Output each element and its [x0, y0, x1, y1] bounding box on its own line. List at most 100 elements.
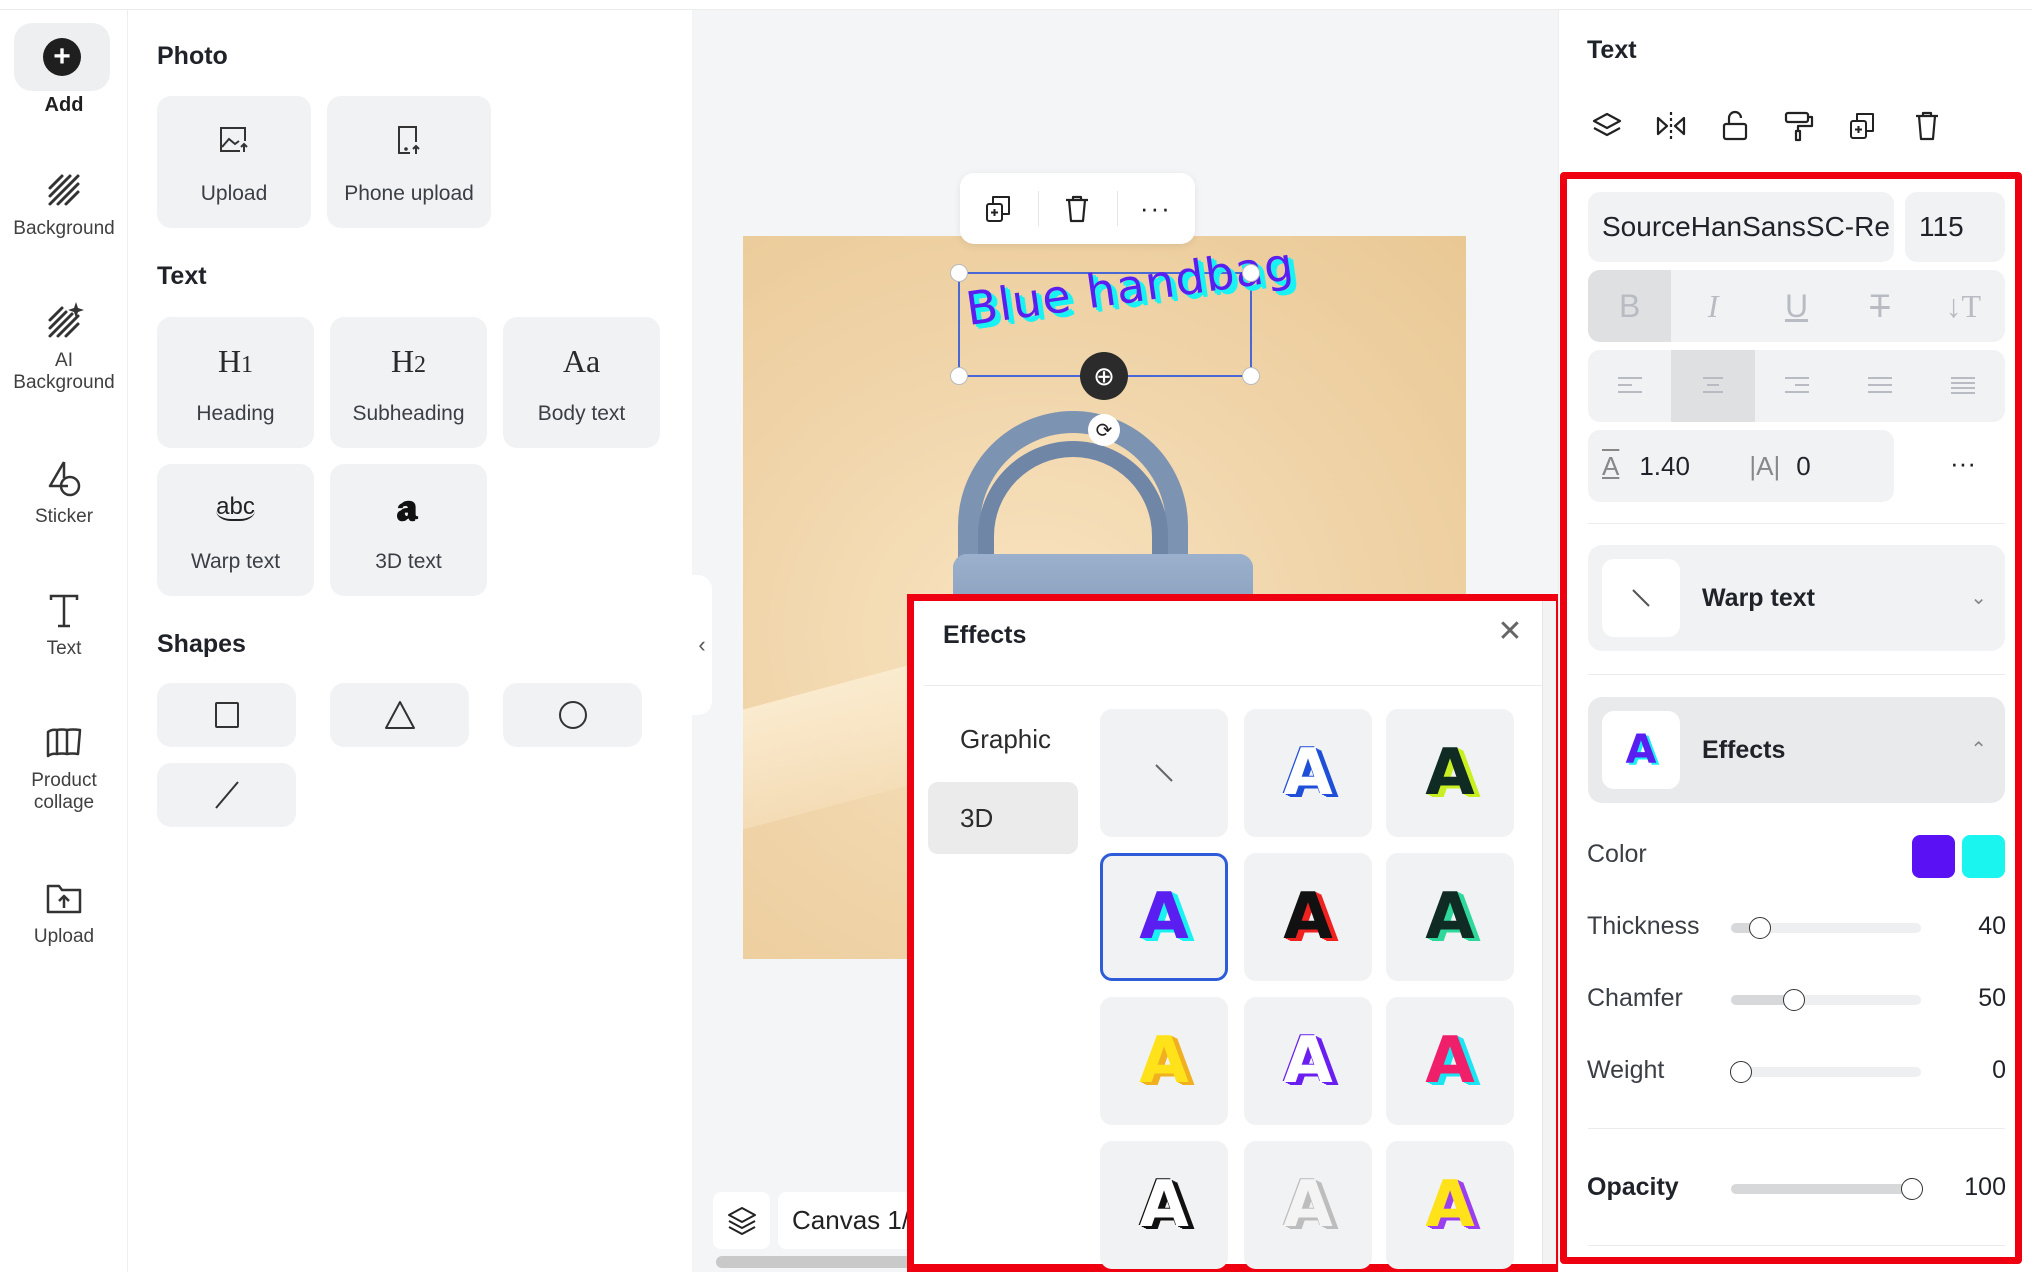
- card-label: Body text: [537, 402, 626, 425]
- effects-accordion[interactable]: A Effects ⌃: [1588, 697, 2005, 803]
- more-options-button[interactable]: ···: [1950, 448, 1976, 479]
- justify-button[interactable]: [1838, 350, 1921, 422]
- slider-knob[interactable]: [1900, 1178, 1923, 1200]
- shape-square[interactable]: [157, 683, 296, 747]
- effect-preset-white-purple[interactable]: A: [1244, 997, 1372, 1125]
- phone-upload-icon: [398, 126, 420, 154]
- warp-none-thumb: [1602, 559, 1680, 637]
- effects-scrollbar[interactable]: [1542, 601, 1556, 1264]
- letter-spacing-icon: |A|: [1749, 450, 1781, 481]
- font-family-select[interactable]: SourceHanSansSC-Re: [1588, 192, 1894, 262]
- effect-preset-none[interactable]: [1100, 709, 1228, 837]
- thickness-slider[interactable]: [1731, 917, 1921, 939]
- lock-button[interactable]: [1715, 106, 1755, 146]
- shape-circle[interactable]: [503, 683, 642, 747]
- font-size-input[interactable]: 115: [1905, 192, 2005, 262]
- subheading-card[interactable]: H2 Subheading: [330, 317, 487, 448]
- delete-button[interactable]: [1038, 173, 1116, 244]
- justify-all-button[interactable]: [1922, 350, 2005, 422]
- italic-button[interactable]: I: [1671, 270, 1754, 342]
- slider-knob[interactable]: [1782, 989, 1805, 1011]
- effect-preset-dark-green[interactable]: A: [1386, 853, 1514, 981]
- effect-preset-yellow-purple[interactable]: A: [1386, 1141, 1514, 1269]
- align-right-button[interactable]: [1755, 350, 1838, 422]
- image-upload-icon: [220, 127, 248, 152]
- layers-button[interactable]: [713, 1192, 770, 1249]
- resize-handle-tr[interactable]: [1242, 264, 1260, 282]
- tab-3d[interactable]: 3D: [928, 782, 1078, 854]
- ai-background-icon: [48, 302, 84, 338]
- body-text-card[interactable]: Aa Body text: [503, 317, 660, 448]
- effect-preset-black-red[interactable]: A: [1244, 853, 1372, 981]
- align-left-button[interactable]: [1588, 350, 1671, 422]
- effect-preset-dark-lime[interactable]: A: [1386, 709, 1514, 837]
- duplicate-icon: [1850, 113, 1874, 139]
- duplicate-button[interactable]: [1843, 106, 1883, 146]
- bold-button[interactable]: B: [1588, 270, 1672, 342]
- add-button[interactable]: +: [14, 23, 110, 91]
- weight-value[interactable]: 0: [1936, 1056, 2006, 1085]
- element-toolbar: ···: [960, 173, 1195, 244]
- format-painter-button[interactable]: [1779, 106, 1819, 146]
- slider-knob[interactable]: [1748, 917, 1771, 939]
- rail-label: collage: [33, 792, 95, 813]
- photo-upload-card[interactable]: Upload: [157, 96, 311, 228]
- justify-icon: [1867, 377, 1892, 393]
- vertical-text-button[interactable]: ↓T: [1922, 270, 2005, 342]
- weight-slider[interactable]: [1729, 1061, 1921, 1083]
- effect-preset-white-blue[interactable]: A: [1244, 709, 1372, 837]
- horizontal-scrollbar[interactable]: [716, 1256, 926, 1268]
- effect-preset-pink-cyan[interactable]: A: [1386, 997, 1514, 1125]
- strikethrough-button[interactable]: T: [1838, 270, 1921, 342]
- resize-handle-br[interactable]: [1242, 367, 1260, 385]
- effect-preset-purple-cyan[interactable]: A: [1100, 853, 1228, 981]
- rotate-handle[interactable]: ⟳: [1088, 414, 1120, 446]
- slider-knob[interactable]: [1729, 1061, 1752, 1083]
- square-icon: [157, 693, 296, 737]
- effect-preset-yellow-orange[interactable]: A: [1100, 997, 1228, 1125]
- phone-upload-card[interactable]: Phone upload: [327, 96, 491, 228]
- opacity-slider[interactable]: [1731, 1178, 1923, 1200]
- collapse-panel-button[interactable]: ‹: [692, 575, 712, 715]
- warp-text-card[interactable]: abc Warp text: [157, 464, 314, 596]
- shape-line[interactable]: [157, 763, 296, 827]
- warp-text-accordion[interactable]: Warp text ⌄: [1588, 545, 2005, 651]
- color-swatch-primary[interactable]: [1912, 835, 1955, 878]
- font-family-value: SourceHanSansSC-Re: [1602, 211, 1890, 242]
- rail-label: Product: [31, 770, 97, 791]
- close-button[interactable]: ✕: [1495, 617, 1525, 647]
- underline-button[interactable]: U: [1755, 270, 1838, 342]
- rail-item-background[interactable]: Background: [0, 168, 128, 240]
- align-center-button[interactable]: [1671, 350, 1755, 422]
- shapes-section-title: Shapes: [157, 630, 246, 658]
- effect-preview-glyph: A: [1139, 880, 1189, 954]
- rail-item-ai-background[interactable]: AI Background: [0, 300, 128, 394]
- heading-card[interactable]: H1 Heading: [157, 317, 314, 448]
- resize-handle-tl[interactable]: [950, 264, 968, 282]
- align-right-icon: [1784, 377, 1809, 393]
- more-button[interactable]: ···: [1116, 173, 1195, 244]
- rail-item-text[interactable]: Text: [0, 588, 128, 660]
- opacity-value[interactable]: 100: [1936, 1173, 2006, 1202]
- line-height-value[interactable]: 1.40: [1639, 451, 1749, 482]
- letter-spacing-value[interactable]: 0: [1796, 451, 1810, 482]
- rail-item-upload[interactable]: Upload: [0, 876, 128, 948]
- duplicate-button[interactable]: [960, 173, 1038, 244]
- rail-item-sticker[interactable]: Sticker: [0, 456, 128, 528]
- layers-button[interactable]: [1587, 106, 1627, 146]
- delete-button[interactable]: [1907, 106, 1947, 146]
- effect-preset-white-gray[interactable]: A: [1244, 1141, 1372, 1269]
- layers-icon: [727, 1206, 756, 1235]
- chamfer-value[interactable]: 50: [1936, 984, 2006, 1013]
- effect-preset-white-black[interactable]: A: [1100, 1141, 1228, 1269]
- color-swatch-secondary[interactable]: [1962, 835, 2005, 878]
- thickness-value[interactable]: 40: [1936, 912, 2006, 941]
- flip-button[interactable]: [1651, 106, 1691, 146]
- shape-triangle[interactable]: [330, 683, 469, 747]
- tab-graphic[interactable]: Graphic: [928, 703, 1078, 775]
- 3d-text-card[interactable]: a 3D text: [330, 464, 487, 596]
- chamfer-slider[interactable]: [1731, 989, 1921, 1011]
- resize-handle-bl[interactable]: [950, 367, 968, 385]
- move-handle[interactable]: ⊕: [1080, 352, 1128, 400]
- rail-item-product-collage[interactable]: Product collage: [0, 720, 128, 814]
